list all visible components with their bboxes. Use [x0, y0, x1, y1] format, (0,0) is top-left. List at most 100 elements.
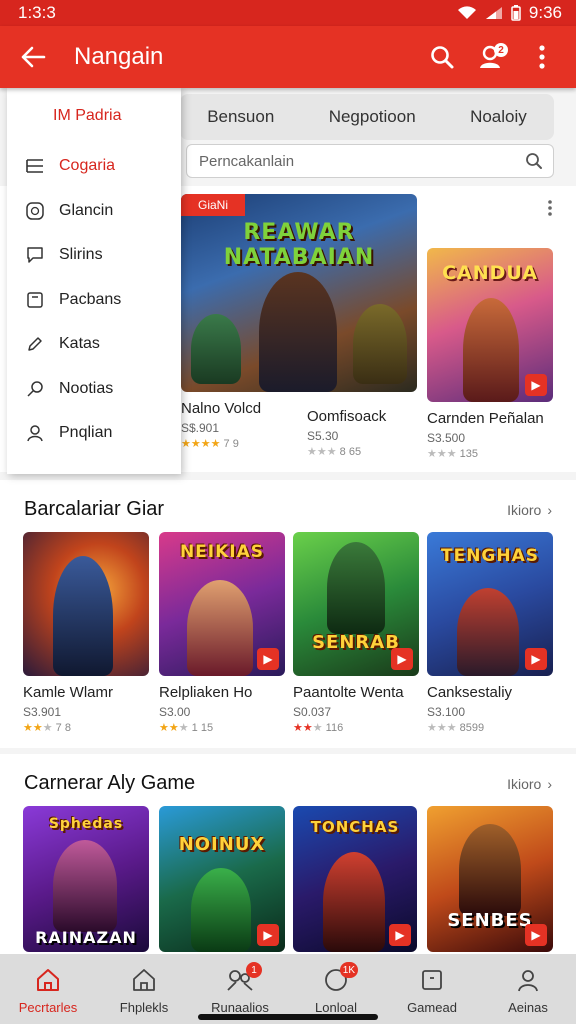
- section-2: Carnerar Aly Game Ikioro › Sphedas RAINAZ…: [0, 754, 576, 954]
- user-icon: [514, 966, 542, 994]
- section-more-link[interactable]: Ikioro ›: [507, 776, 552, 792]
- game-art-title: CANDUA: [442, 262, 538, 284]
- game-price: S3.500: [427, 431, 466, 445]
- game-character: [323, 852, 385, 952]
- game-thumbnail: [23, 532, 149, 676]
- featured-game-2[interactable]: CANDUA ▶ Carnden Peñalan S3.500 ★★★ 135: [427, 248, 553, 460]
- more-vertical-icon: [548, 200, 552, 216]
- game-price: S5.30: [307, 429, 339, 443]
- status-time-right: 9:36: [528, 3, 562, 22]
- notifications-button[interactable]: 2: [476, 41, 508, 73]
- game-price: S0.037: [293, 705, 332, 719]
- game-character: [327, 542, 385, 634]
- game-art-title: RAINAZAN: [35, 928, 137, 947]
- game-name: Paantolte Wenta: [293, 684, 404, 701]
- hero-tag: GiaNi: [181, 194, 245, 216]
- drawer-item-6[interactable]: Pnqlian: [7, 411, 181, 456]
- people-icon: 1: [226, 962, 262, 994]
- pin-icon: [25, 379, 45, 399]
- home-icon: [34, 966, 62, 994]
- game-character: [53, 840, 117, 932]
- home-indicator[interactable]: [198, 1014, 378, 1020]
- drawer-item-3[interactable]: Pacbans: [7, 278, 181, 323]
- play-badge: ▶: [525, 648, 547, 670]
- game-card[interactable]: Sphedas RAINAZAN: [23, 806, 149, 952]
- list-icon: [25, 156, 45, 176]
- game-rating: ★★★ 135: [427, 448, 479, 460]
- chat-bubble-icon: 1K: [322, 962, 358, 994]
- game-art-subtitle: Sphedas: [48, 816, 124, 832]
- nav-item-4[interactable]: Gamead: [384, 954, 480, 1024]
- nav-item-1[interactable]: Fhplekls: [96, 954, 192, 1024]
- game-price: S3.100: [427, 705, 466, 719]
- search-icon[interactable]: [525, 152, 543, 170]
- section-title: Carnerar Aly Game: [24, 772, 196, 794]
- search-input[interactable]: [199, 152, 525, 170]
- game-name: Oomfisoack: [307, 408, 387, 425]
- nav-item-0[interactable]: Pecrtarles: [0, 954, 96, 1024]
- game-price: S3.901: [23, 705, 62, 719]
- drawer-item-1[interactable]: Glancin: [7, 189, 181, 234]
- section-1: Barcalariar Giar Ikioro › Kamle Wlamr S3.…: [0, 480, 576, 748]
- back-arrow-icon: [21, 46, 46, 68]
- play-badge: ▶: [257, 924, 279, 946]
- game-price: S3.00: [159, 705, 191, 719]
- drawer-header: IM Padria: [53, 107, 122, 124]
- game-art-title: TENGHAS: [440, 546, 540, 566]
- game-name: Kamle Wlamr: [23, 684, 114, 701]
- tab-0[interactable]: Bensuon: [203, 107, 278, 127]
- game-name: Carnden Peñalan: [427, 410, 544, 427]
- hero-character: [259, 272, 337, 392]
- nav-item-5[interactable]: Aeinas: [480, 954, 576, 1024]
- game-rating: ★★★ 116: [293, 722, 344, 734]
- game-character: [463, 298, 519, 402]
- bag-icon: [25, 290, 45, 310]
- more-options-button[interactable]: [526, 41, 558, 73]
- game-rating: ★★★ 7 8: [23, 722, 71, 734]
- drawer-item-0[interactable]: Cogaria: [7, 144, 181, 189]
- play-badge: ▶: [389, 924, 411, 946]
- game-thumbnail: NEIKIAS ▶: [159, 532, 285, 676]
- game-card[interactable]: NOINUX ▶: [159, 806, 285, 952]
- hero-character-right: [353, 304, 407, 384]
- house-outline-icon: [130, 966, 158, 994]
- chat-icon: [25, 245, 45, 265]
- box-icon: [418, 966, 446, 994]
- game-thumbnail: NOINUX ▶: [159, 806, 285, 952]
- game-character: [191, 868, 251, 952]
- wifi-icon: [457, 6, 477, 20]
- tab-2[interactable]: Noaloiy: [466, 107, 531, 127]
- game-card[interactable]: TONCHAS ▶: [293, 806, 417, 952]
- game-rating: ★★★ 1 15: [159, 722, 214, 734]
- clock-icon: [25, 201, 45, 221]
- battery-icon: [511, 5, 521, 21]
- play-badge: ▶: [391, 648, 413, 670]
- game-art-title: NEIKIAS: [179, 542, 265, 562]
- game-card[interactable]: TENGHAS ▶ Canksestaliy S3.100 ★★★ 8599: [427, 532, 553, 734]
- game-card[interactable]: SENBES ▶: [427, 806, 553, 952]
- game-thumbnail: Sphedas RAINAZAN: [23, 806, 149, 952]
- more-vertical-icon: [539, 45, 545, 69]
- game-thumbnail: TENGHAS ▶: [427, 532, 553, 676]
- status-bar: 1:3:3 9:36: [0, 0, 576, 26]
- game-card[interactable]: SENRAB ▶ Paantolte Wenta S0.037 ★★★ 116: [293, 532, 419, 734]
- hero-art-title: REAWAR NATABAIAN: [223, 220, 375, 270]
- signal-icon: [485, 6, 503, 20]
- game-card[interactable]: Kamle Wlamr S3.901 ★★★ 7 8: [23, 532, 149, 734]
- drawer-item-2[interactable]: Slirins: [7, 233, 181, 278]
- search-box: [186, 144, 554, 178]
- featured-game-1[interactable]: Oomfisoack S5.30 ★★★ 8 65: [307, 400, 417, 458]
- game-rating: ★★★ 8 65: [307, 446, 362, 458]
- drawer-item-5[interactable]: Nootias: [7, 367, 181, 412]
- nav-badge: 1: [246, 962, 262, 978]
- game-card[interactable]: NEIKIAS ▶ Relpliaken Ho S3.00 ★★★ 1 15: [159, 532, 285, 734]
- back-button[interactable]: [0, 26, 66, 88]
- status-time-left: 1:3:3: [18, 3, 56, 22]
- section-more-link[interactable]: Ikioro ›: [507, 502, 552, 518]
- user-icon: [25, 423, 45, 443]
- tab-1[interactable]: Negpotioon: [325, 107, 420, 127]
- search-button[interactable]: [426, 41, 458, 73]
- game-thumbnail: SENBES ▶: [427, 806, 553, 952]
- drawer-item-4[interactable]: Katas: [7, 322, 181, 367]
- more-options-button[interactable]: [542, 198, 558, 218]
